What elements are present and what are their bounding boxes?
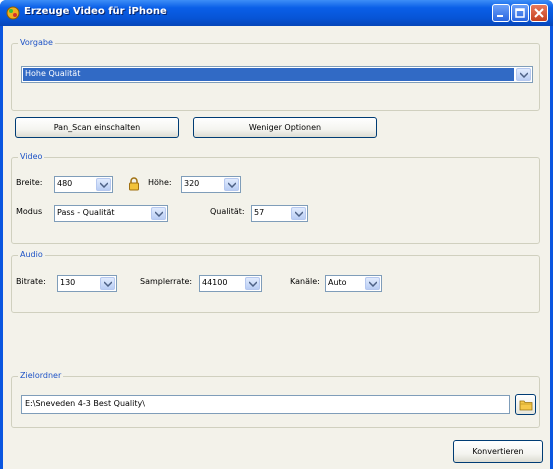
preset-group: Vorgabe Hohe Qualität [11, 38, 540, 111]
height-dropdown[interactable]: 320 [181, 176, 241, 193]
preset-legend: Vorgabe [18, 38, 55, 47]
bitrate-value: 130 [60, 278, 76, 287]
mode-label: Modus [16, 207, 43, 216]
mode-value: Pass - Qualität [57, 208, 115, 217]
maximize-button[interactable] [511, 4, 529, 22]
samplerate-value: 44100 [202, 278, 228, 287]
bitrate-dropdown[interactable]: 130 [57, 275, 117, 292]
chevron-down-icon[interactable] [100, 277, 115, 290]
height-value: 320 [184, 179, 200, 188]
dialog-client-area: Vorgabe Hohe Qualität Pan_Scan einschalt… [3, 26, 550, 469]
target-folder-input[interactable]: E:\Sneveden 4-3 Best Quality\ [21, 395, 510, 414]
bitrate-label: Bitrate: [16, 277, 46, 286]
chevron-down-icon[interactable] [245, 277, 260, 290]
pan-scan-button[interactable]: Pan_Scan einschalten [15, 117, 179, 138]
chevron-down-icon[interactable] [224, 178, 239, 191]
video-group: Video Breite: 480 Höhe: 320 Modus Pass -… [11, 152, 540, 244]
width-value: 480 [57, 179, 73, 188]
target-folder-path: E:\Sneveden 4-3 Best Quality\ [25, 399, 145, 408]
convert-button[interactable]: Konvertieren [453, 440, 543, 463]
fewer-options-button[interactable]: Weniger Optionen [193, 117, 377, 138]
maximize-icon [515, 8, 525, 18]
mode-dropdown[interactable]: Pass - Qualität [54, 205, 168, 222]
preset-selected-value: Hohe Qualität [23, 68, 514, 81]
quality-value: 57 [254, 208, 265, 217]
folder-icon [519, 400, 533, 411]
width-dropdown[interactable]: 480 [54, 176, 113, 193]
height-label: Höhe: [148, 178, 172, 187]
target-folder-group: Zielordner E:\Sneveden 4-3 Best Quality\ [11, 371, 540, 428]
quality-label: Qualität: [210, 207, 245, 216]
app-icon [6, 6, 20, 20]
chevron-down-icon[interactable] [96, 178, 111, 191]
minimize-button[interactable] [492, 4, 510, 22]
channels-dropdown[interactable]: Auto [325, 275, 382, 292]
chevron-down-icon[interactable] [151, 207, 166, 220]
samplerate-dropdown[interactable]: 44100 [199, 275, 262, 292]
minimize-icon [497, 15, 503, 17]
target-folder-legend: Zielordner [18, 371, 64, 380]
close-button[interactable] [530, 4, 548, 22]
browse-folder-button[interactable] [515, 394, 536, 415]
audio-legend: Audio [18, 250, 45, 259]
width-label: Breite: [16, 178, 43, 187]
chevron-down-icon[interactable] [291, 207, 306, 220]
close-icon [534, 8, 544, 18]
chevron-down-icon[interactable] [516, 68, 531, 81]
preset-dropdown[interactable]: Hohe Qualität [21, 66, 533, 83]
chevron-down-icon[interactable] [365, 277, 380, 290]
video-legend: Video [18, 152, 45, 161]
samplerate-label: Samplerrate: [140, 277, 193, 286]
audio-group: Audio Bitrate: 130 Samplerrate: 44100 Ka… [11, 250, 540, 313]
window-title: Erzeuge Video für iPhone [24, 6, 167, 17]
lock-icon[interactable] [128, 177, 140, 191]
channels-value: Auto [328, 278, 347, 287]
channels-label: Kanäle: [290, 277, 320, 286]
quality-dropdown[interactable]: 57 [251, 205, 308, 222]
app-window: Erzeuge Video für iPhone Vorgabe Hohe Qu… [0, 0, 553, 469]
title-bar[interactable]: Erzeuge Video für iPhone [0, 0, 553, 26]
